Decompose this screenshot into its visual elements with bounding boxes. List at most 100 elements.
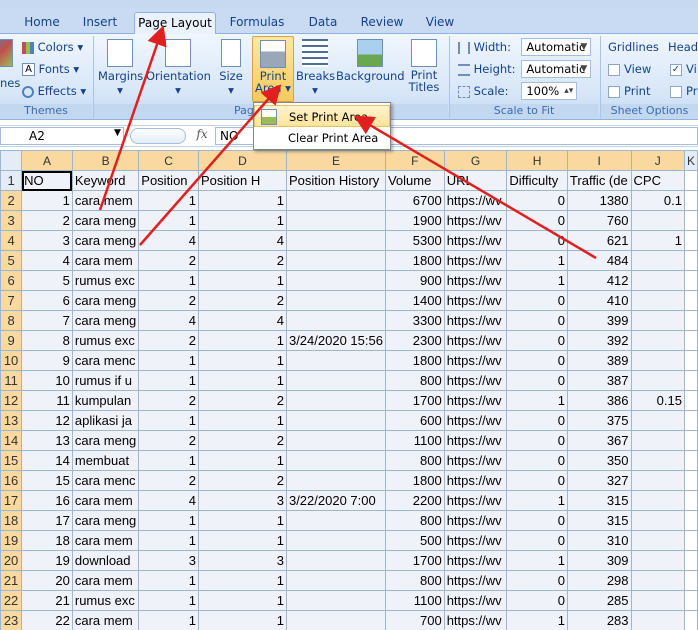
cell[interactable]: 0 <box>506 510 568 531</box>
cell[interactable]: cara mem <box>71 190 140 211</box>
cell[interactable]: 392 <box>566 330 632 351</box>
cell[interactable]: 3/22/2020 7:00 <box>285 490 386 511</box>
cell[interactable] <box>683 430 698 451</box>
cell[interactable]: https://wv <box>443 490 508 511</box>
cell[interactable]: 2 <box>138 470 199 491</box>
cell[interactable]: 4 <box>21 250 73 271</box>
row-header[interactable]: 10 <box>0 350 23 371</box>
cell[interactable]: cara menc <box>71 470 140 491</box>
row-header[interactable]: 1 <box>0 170 23 191</box>
cell[interactable] <box>630 530 685 551</box>
theme-fonts-button[interactable]: A Fonts ▾ <box>22 60 79 78</box>
cell[interactable] <box>285 470 386 491</box>
tab-insert[interactable]: Insert <box>74 12 126 34</box>
row-header[interactable]: 14 <box>0 430 23 451</box>
cell[interactable] <box>683 370 698 391</box>
cell[interactable]: 1 <box>506 490 568 511</box>
cell[interactable]: 4 <box>197 230 287 251</box>
cell[interactable]: 11 <box>21 390 73 411</box>
scale-spinner[interactable]: 100% ▴▾ <box>521 82 578 100</box>
cell[interactable]: https://wv <box>443 290 508 311</box>
print-titles-button[interactable]: Print Titles <box>406 36 442 102</box>
row-header[interactable]: 18 <box>0 510 23 531</box>
set-print-area-item[interactable]: Set Print Area <box>254 105 390 127</box>
cell[interactable]: cara meng <box>71 310 140 331</box>
cell[interactable]: Position H <box>197 170 287 191</box>
column-header[interactable]: K <box>683 150 698 171</box>
cell[interactable]: 1 <box>138 570 199 591</box>
cell[interactable]: kumpulan <box>71 390 140 411</box>
cell[interactable]: 0 <box>506 410 568 431</box>
cell[interactable]: 410 <box>566 290 632 311</box>
cell[interactable]: cara mem <box>71 610 140 630</box>
column-header[interactable]: A <box>21 150 73 171</box>
cell[interactable]: 1 <box>138 590 199 611</box>
cell[interactable]: 13 <box>21 430 73 451</box>
cell[interactable]: 5300 <box>384 230 445 251</box>
cell[interactable]: 900 <box>384 270 445 291</box>
cell[interactable]: 0 <box>506 470 568 491</box>
cell[interactable]: 7 <box>21 310 73 331</box>
cell[interactable] <box>630 410 685 431</box>
cell[interactable] <box>683 550 698 571</box>
cell[interactable]: 1 <box>138 210 199 231</box>
cell[interactable]: 16 <box>21 490 73 511</box>
cell[interactable]: 8 <box>21 330 73 351</box>
cell[interactable]: 1 <box>506 250 568 271</box>
cell[interactable] <box>285 290 386 311</box>
cell[interactable]: 1 <box>138 410 199 431</box>
cell[interactable]: 22 <box>21 610 73 630</box>
cell[interactable]: 800 <box>384 370 445 391</box>
cell[interactable]: Position <box>138 170 199 191</box>
cell[interactable] <box>683 470 698 491</box>
cell[interactable] <box>285 510 386 531</box>
cell[interactable]: 800 <box>384 450 445 471</box>
cell[interactable]: NO <box>21 170 73 191</box>
cell[interactable]: https://wv <box>443 270 508 291</box>
cell[interactable]: 800 <box>384 510 445 531</box>
cell[interactable]: https://wv <box>443 550 508 571</box>
cell[interactable]: Traffic (de <box>566 170 632 191</box>
insert-function-button[interactable]: fx <box>190 127 214 145</box>
cell[interactable]: 621 <box>566 230 632 251</box>
cell[interactable]: 484 <box>566 250 632 271</box>
cell[interactable]: 389 <box>566 350 632 371</box>
row-header[interactable]: 17 <box>0 490 23 511</box>
cell[interactable]: 1 <box>506 270 568 291</box>
row-header[interactable]: 20 <box>0 550 23 571</box>
cell[interactable]: cara meng <box>71 290 140 311</box>
cell[interactable] <box>630 210 685 231</box>
cell[interactable]: membuat <box>71 450 140 471</box>
headings-print-checkbox[interactable]: Pr <box>670 82 697 100</box>
row-header[interactable]: 9 <box>0 330 23 351</box>
cell[interactable]: https://wv <box>443 350 508 371</box>
row-header[interactable]: 12 <box>0 390 23 411</box>
cell[interactable] <box>630 310 685 331</box>
cell[interactable]: 283 <box>566 610 632 630</box>
cell[interactable]: 412 <box>566 270 632 291</box>
cell[interactable]: Position History <box>285 170 386 191</box>
cell[interactable]: 760 <box>566 210 632 231</box>
cell[interactable]: https://wv <box>443 570 508 591</box>
cell[interactable]: 0 <box>506 190 568 211</box>
cell[interactable]: https://wv <box>443 190 508 211</box>
cell[interactable]: 6 <box>21 290 73 311</box>
cell[interactable]: 2 <box>21 210 73 231</box>
tab-review[interactable]: Review <box>354 12 410 34</box>
formula-bar-resize-handle[interactable] <box>130 128 186 144</box>
cell[interactable]: 285 <box>566 590 632 611</box>
cell[interactable] <box>683 510 698 531</box>
cell[interactable]: 2 <box>197 250 287 271</box>
cell[interactable] <box>683 190 698 211</box>
cell[interactable]: https://wv <box>443 210 508 231</box>
cell[interactable] <box>285 570 386 591</box>
cell[interactable]: 2 <box>197 290 287 311</box>
gridlines-print-checkbox[interactable]: Print <box>608 82 650 100</box>
cell[interactable]: 3 <box>138 550 199 571</box>
cell[interactable]: 10 <box>21 370 73 391</box>
cell[interactable]: https://wv <box>443 590 508 611</box>
cell[interactable] <box>630 610 685 630</box>
cell[interactable] <box>683 530 698 551</box>
cell[interactable]: 1 <box>197 450 287 471</box>
cell[interactable]: 1 <box>506 390 568 411</box>
